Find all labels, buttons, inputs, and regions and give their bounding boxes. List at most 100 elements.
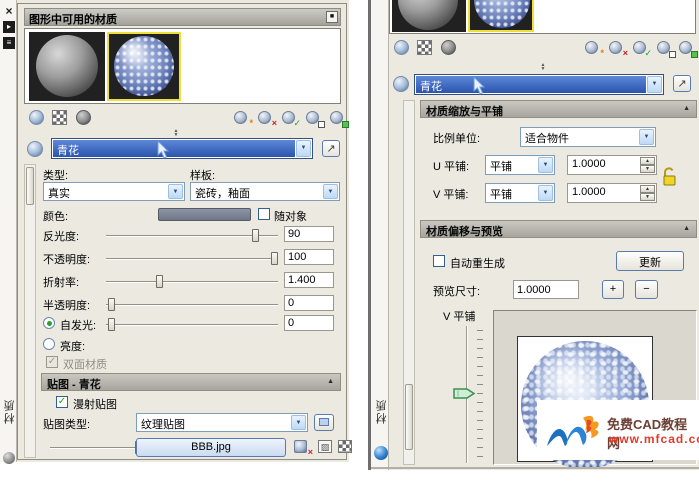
scale-unit-dropdown[interactable]: 适合物件 ▼ bbox=[520, 127, 656, 147]
byobject-checkbox[interactable] bbox=[258, 208, 270, 220]
collapse-icon[interactable]: ▲ bbox=[683, 105, 690, 112]
material-name-dropdown[interactable]: 青花 ▼ bbox=[51, 138, 313, 159]
delete-map-icon[interactable]: × bbox=[294, 439, 312, 455]
material-swatch-qinghua-selected[interactable] bbox=[468, 0, 534, 32]
color-label: 颜色: bbox=[43, 208, 68, 224]
scale-unit-dropdown-arrow[interactable]: ▼ bbox=[639, 129, 654, 145]
offset-preview-section-header[interactable]: 材质偏移与预览 ▲ bbox=[420, 220, 697, 238]
collapse-icon[interactable]: ▲ bbox=[327, 378, 334, 385]
purge-material-icon[interactable]: × bbox=[609, 40, 627, 56]
map-type-dropdown-arrow[interactable]: ▼ bbox=[291, 415, 306, 430]
select-image-icon[interactable] bbox=[314, 414, 334, 431]
map-section-header[interactable]: 贴图 - 青花 ▲ bbox=[41, 373, 341, 391]
shininess-slider[interactable] bbox=[106, 235, 278, 237]
update-button[interactable]: 更新 bbox=[616, 251, 684, 271]
preview-size-label: 预览尺寸: bbox=[433, 283, 480, 299]
remove-material-icon[interactable] bbox=[657, 40, 675, 56]
type-dropdown-arrow[interactable]: ▼ bbox=[168, 184, 183, 199]
refraction-slider[interactable] bbox=[106, 281, 278, 283]
scrollbar-thumb[interactable] bbox=[26, 167, 34, 205]
material-name-dropdown-arrow[interactable]: ▼ bbox=[296, 140, 311, 157]
texture-image-button[interactable]: BBB.jpg bbox=[136, 438, 286, 457]
opacity-slider[interactable] bbox=[106, 258, 278, 260]
slider-handle[interactable] bbox=[156, 275, 163, 288]
create-material-icon[interactable]: * bbox=[585, 40, 603, 56]
v-tile-label: V 平铺: bbox=[433, 186, 468, 202]
preview-size-input[interactable]: 1.0000 bbox=[513, 280, 579, 299]
map-settings-icon[interactable] bbox=[338, 440, 352, 453]
collapse-icon[interactable]: ▲ bbox=[683, 225, 690, 232]
luminance-radio[interactable] bbox=[43, 338, 55, 350]
apply-to-object-icon[interactable]: ↗ bbox=[322, 140, 340, 157]
v-tile-dropdown-arrow[interactable]: ▼ bbox=[538, 185, 553, 201]
apply-to-object-icon[interactable]: ↗ bbox=[673, 75, 691, 92]
diffuse-map-checkbox[interactable]: ✓ bbox=[56, 396, 68, 408]
swatch-geometry-icon[interactable] bbox=[29, 110, 44, 125]
uv-lock-icon[interactable] bbox=[661, 166, 677, 188]
slider-handle[interactable] bbox=[108, 318, 115, 331]
shininess-value[interactable]: 90 bbox=[284, 226, 334, 242]
u-tile-mode-dropdown[interactable]: 平铺 ▼ bbox=[485, 155, 555, 175]
material-name-dropdown-arrow[interactable]: ▼ bbox=[647, 76, 662, 93]
materials-in-use-icon[interactable] bbox=[330, 110, 348, 126]
screenshot-root: × ▸ ≡ 材质 图形中可用的材质 ■ bbox=[0, 0, 699, 484]
preview-zoom-out-button[interactable]: − bbox=[635, 280, 658, 299]
v-tile-slider-handle[interactable] bbox=[453, 385, 477, 402]
refraction-value[interactable]: 1.400 bbox=[284, 272, 334, 288]
slider-handle[interactable] bbox=[271, 252, 278, 265]
template-dropdown[interactable]: 瓷砖，釉面 ▼ bbox=[190, 182, 340, 201]
v-tile-mode-dropdown[interactable]: 平铺 ▼ bbox=[485, 183, 555, 203]
v-tile-value-spinner[interactable]: 1.0000 ▲ ▼ bbox=[567, 183, 657, 203]
slider-handle[interactable] bbox=[108, 298, 115, 311]
slider-handle[interactable] bbox=[252, 229, 259, 242]
self-illumination-radio[interactable] bbox=[43, 317, 55, 329]
left-panel-scrollbar[interactable] bbox=[24, 164, 36, 458]
material-swatch-global[interactable] bbox=[392, 0, 466, 32]
mouse-cursor-icon bbox=[473, 77, 487, 95]
preview-zoom-in-button[interactable]: + bbox=[602, 280, 624, 299]
opacity-value[interactable]: 100 bbox=[284, 249, 334, 265]
map-type-label: 贴图类型: bbox=[43, 416, 90, 432]
scrollbar-thumb[interactable] bbox=[405, 384, 413, 450]
type-dropdown[interactable]: 真实 ▼ bbox=[43, 182, 185, 201]
translucency-slider[interactable] bbox=[106, 304, 278, 306]
remove-material-icon[interactable] bbox=[306, 110, 324, 126]
map-strength-slider[interactable] bbox=[50, 447, 142, 449]
autohide-icon[interactable]: ▸ bbox=[3, 21, 15, 33]
swatch-geometry-icon[interactable] bbox=[394, 40, 409, 55]
properties-menu-icon[interactable]: ≡ bbox=[3, 37, 15, 49]
material-swatch-global[interactable] bbox=[29, 32, 105, 101]
apply-material-icon[interactable]: ✓ bbox=[633, 40, 651, 56]
u-tile-value-spinner[interactable]: 1.0000 ▲ ▼ bbox=[567, 155, 657, 175]
palette-titlebar-strip: × ▸ ≡ 材质 bbox=[0, 0, 17, 462]
mfcad-logo-icon bbox=[543, 412, 605, 452]
close-icon[interactable]: × bbox=[3, 5, 15, 17]
material-swatch-qinghua-selected[interactable] bbox=[107, 32, 181, 101]
material-name-dropdown[interactable]: 青花 ▼ bbox=[414, 74, 664, 95]
preview-map-icon[interactable]: ▨ bbox=[318, 440, 332, 453]
auto-regen-checkbox[interactable] bbox=[433, 255, 445, 267]
purge-material-icon[interactable]: × bbox=[258, 110, 276, 126]
preview-lighting-icon[interactable] bbox=[76, 110, 91, 125]
map-type-dropdown[interactable]: 纹理贴图 ▼ bbox=[136, 413, 308, 432]
panel-expand-button[interactable]: ■ bbox=[326, 11, 338, 23]
create-material-icon[interactable]: * bbox=[234, 110, 252, 126]
v-tile-spin-buttons[interactable]: ▲ ▼ bbox=[640, 185, 655, 201]
materials-in-use-icon[interactable] bbox=[679, 40, 697, 56]
self-illumination-value[interactable]: 0 bbox=[284, 315, 334, 331]
self-illumination-slider[interactable] bbox=[106, 324, 278, 326]
scale-tile-section-header[interactable]: 材质缩放与平铺 ▲ bbox=[420, 100, 697, 118]
preview-lighting-icon[interactable] bbox=[441, 40, 456, 55]
splitter-handle[interactable]: ▲▼ bbox=[537, 63, 549, 72]
splitter-handle[interactable]: ▲▼ bbox=[170, 129, 182, 138]
template-dropdown-arrow[interactable]: ▼ bbox=[323, 184, 338, 199]
apply-material-icon[interactable]: ✓ bbox=[282, 110, 300, 126]
color-swatch-button[interactable] bbox=[158, 208, 251, 221]
translucency-value[interactable]: 0 bbox=[284, 295, 334, 311]
checkered-underlay-icon[interactable] bbox=[52, 110, 67, 125]
right-panel-scrollbar[interactable] bbox=[403, 100, 415, 465]
checkered-underlay-icon[interactable] bbox=[417, 40, 432, 55]
watermark-url[interactable]: www.mfcad.com bbox=[609, 432, 699, 446]
u-tile-spin-buttons[interactable]: ▲ ▼ bbox=[640, 157, 655, 173]
u-tile-dropdown-arrow[interactable]: ▼ bbox=[538, 157, 553, 173]
